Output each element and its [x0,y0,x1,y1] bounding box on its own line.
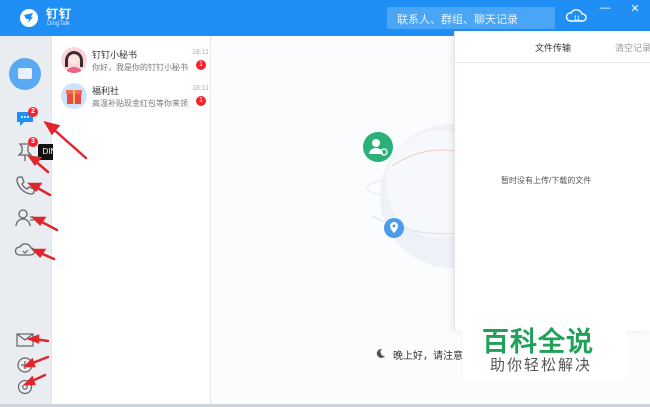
conversation-time: 18:11 [192,85,209,92]
sidebar: 2 3 [0,36,52,407]
conversation-preview: 你好，我是你的钉钉小秘书 [92,63,188,72]
ding-badge: 3 [28,137,38,147]
conversation-name: 钉钉小秘书 [92,50,138,60]
contact-badge-icon [363,132,393,162]
cloud-transfer-icon[interactable]: 11 [565,6,589,28]
cloud-badge: 11 [574,16,581,22]
clear-records-button[interactable]: 清空记录 [615,41,650,54]
welfare-avatar-icon [61,83,87,109]
mail-icon[interactable] [16,333,34,347]
cloud-drive-icon[interactable] [14,239,36,259]
conversation-time: 18:11 [192,49,209,56]
settings-icon[interactable] [16,378,34,396]
conversation-name: 福利社 [92,86,120,96]
close-button[interactable]: ✕ [628,2,642,15]
conversation-item[interactable]: 钉钉小秘书 18:11 你好，我是你的钉钉小秘书 [53,40,211,80]
phone-icon[interactable] [14,175,36,195]
avatar[interactable] [9,58,41,90]
contacts-icon[interactable] [14,208,36,228]
messages-badge: 2 [28,107,38,117]
unread-badge: 1 [196,96,206,106]
conversation-item[interactable]: 福利社 18:11 高温补贴现金红包等你来领 [53,76,211,116]
add-icon[interactable] [16,356,34,374]
conversation-preview: 高温补贴现金红包等你来领 [92,99,188,108]
search-input[interactable]: 联系人、群组、聊天记录 [387,7,555,29]
greeting-text: 晚上好，请注意 [393,351,463,362]
unread-badge: 1 [196,60,206,70]
panel-header: 文件传输 清空记录 [455,31,650,63]
location-pin-icon [384,218,404,238]
empty-state-text: 暂时没有上传/下载的文件 [501,176,592,185]
app-name: 钉钉 [46,7,73,21]
file-transfer-panel: 文件传输 清空记录 暂时没有上传/下载的文件 [454,31,650,331]
dingtalk-logo-icon [20,9,38,27]
conversation-list: 钉钉小秘书 18:11 你好，我是你的钉钉小秘书 福利社 18:11 高温补贴现… [53,36,211,407]
minimize-button[interactable]: — [598,2,612,14]
panel-title: 文件传输 [535,43,572,53]
moon-icon [376,348,385,358]
watermark-subtitle: 助你轻松解决 [490,357,593,374]
app-subtitle: DingTalk [47,21,71,27]
secretary-avatar-icon [61,47,87,73]
